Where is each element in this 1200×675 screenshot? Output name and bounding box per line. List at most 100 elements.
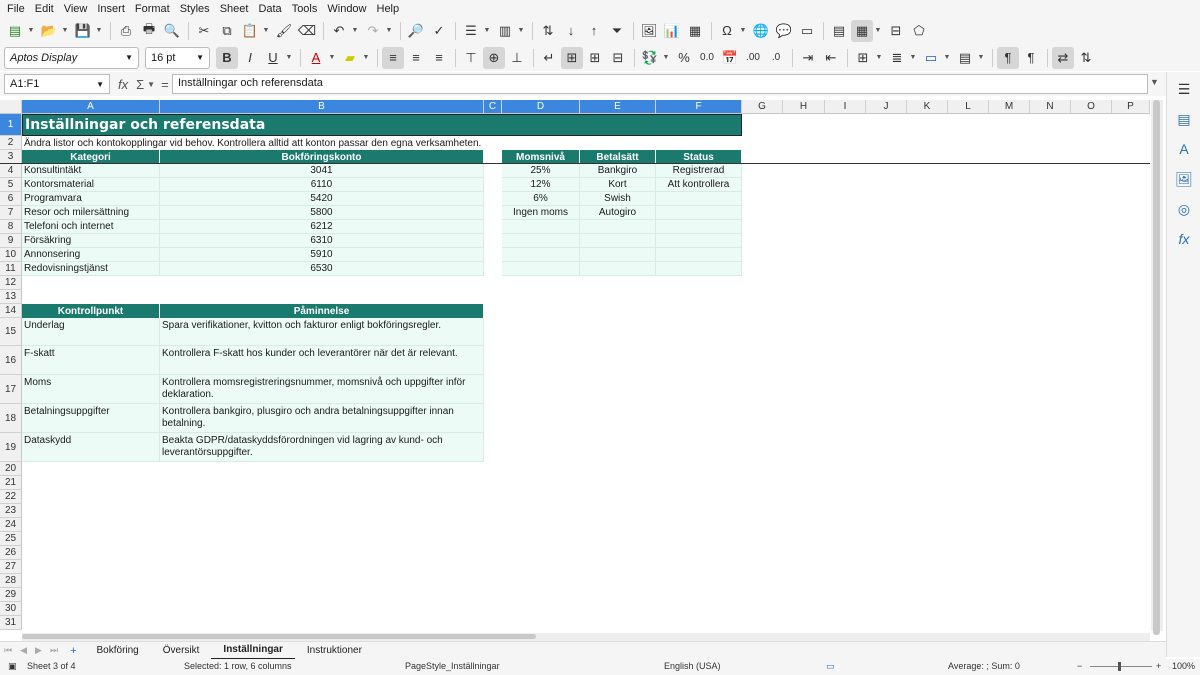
undo-dropdown-icon[interactable]: ▼ — [351, 27, 359, 34]
function-wizard-icon[interactable]: fx — [118, 77, 128, 92]
account-category[interactable]: Kontorsmaterial — [22, 178, 160, 192]
decrease-indent-icon[interactable]: ⇤ — [820, 47, 842, 69]
borders-dropdown-icon[interactable]: ▼ — [875, 54, 883, 61]
tab-nav-last-icon[interactable]: ⏭ — [46, 645, 62, 656]
vertical-scrollbar[interactable] — [1151, 100, 1163, 635]
special-character-dropdown-icon[interactable]: ▼ — [739, 27, 747, 34]
formula-icon[interactable]: = — [161, 77, 169, 92]
account-number[interactable]: 5910 — [160, 248, 484, 262]
check-point[interactable]: Moms — [22, 375, 160, 404]
account-category[interactable]: Konsultintäkt — [22, 164, 160, 178]
list-cell[interactable] — [502, 262, 580, 276]
center-vertically-icon[interactable]: ⊕ — [483, 46, 505, 69]
zoom-in-icon[interactable]: + — [1156, 661, 1161, 671]
expand-formula-icon[interactable]: ▼ — [1150, 77, 1159, 87]
underline-dropdown-icon[interactable]: ▼ — [285, 54, 293, 61]
list-cell[interactable] — [580, 234, 656, 248]
increase-indent-icon[interactable]: ⇥ — [797, 47, 819, 69]
borders-icon[interactable]: ⊞ — [852, 47, 874, 69]
row-header-27[interactable]: 27 — [0, 560, 22, 574]
header-bokforingskonto[interactable]: Bokföringskonto — [160, 150, 484, 164]
border-color-icon[interactable]: ▭ — [920, 47, 942, 69]
tab-översikt[interactable]: Översikt — [151, 642, 212, 660]
split-window-icon[interactable]: ⊟ — [885, 20, 907, 42]
account-category[interactable]: Programvara — [22, 192, 160, 206]
functions-icon[interactable]: fx — [1167, 224, 1200, 254]
menu-file[interactable]: File — [2, 3, 30, 15]
name-box[interactable]: A1:F1 ▼ — [4, 74, 110, 94]
account-number[interactable]: 6212 — [160, 220, 484, 234]
copy-icon[interactable]: ⧉ — [216, 20, 238, 42]
merge-center-icon[interactable]: ⊞ — [561, 46, 583, 69]
new-dropdown-icon[interactable]: ▼ — [27, 27, 35, 34]
status-language[interactable]: English (USA) — [664, 661, 721, 671]
sort-icon[interactable]: ⇅ — [537, 20, 559, 42]
row-header-5[interactable]: 5 — [0, 178, 22, 192]
font-size-combo[interactable]: 16 pt ▼ — [145, 46, 210, 69]
row-header-22[interactable]: 22 — [0, 490, 22, 504]
list-cell[interactable]: Ingen moms — [502, 206, 580, 220]
row-icon[interactable]: ☰ — [460, 20, 482, 42]
column-header-h[interactable]: H — [783, 100, 825, 114]
menu-edit[interactable]: Edit — [30, 3, 59, 15]
account-category[interactable]: Redovisningstjänst — [22, 262, 160, 276]
hyperlink-icon[interactable]: 🌐 — [750, 20, 772, 42]
account-category[interactable]: Telefoni och internet — [22, 220, 160, 234]
border-style-icon[interactable]: ≣ — [886, 47, 908, 69]
row-header-9[interactable]: 9 — [0, 234, 22, 248]
header-paminnelse[interactable]: Påminnelse — [160, 304, 484, 318]
account-number[interactable]: 5800 — [160, 206, 484, 220]
row-header-14[interactable]: 14 — [0, 304, 22, 318]
show-draw-functions-icon[interactable]: ⬠ — [908, 20, 930, 42]
menu-format[interactable]: Format — [130, 3, 175, 15]
add-sheet-icon[interactable]: + — [62, 645, 84, 657]
scroll-thumb[interactable] — [1153, 100, 1160, 635]
status-page-style[interactable]: PageStyle_Inställningar — [405, 661, 500, 671]
sort-ascending-icon[interactable]: ↓ — [560, 20, 582, 42]
row-header-6[interactable]: 6 — [0, 192, 22, 206]
column-header-c[interactable]: C — [484, 100, 502, 114]
column-header-n[interactable]: N — [1030, 100, 1071, 114]
zoom-slider[interactable] — [1090, 666, 1152, 667]
account-number[interactable]: 5420 — [160, 192, 484, 206]
row-header-2[interactable]: 2 — [0, 136, 22, 150]
check-reminder[interactable]: Kontrollera momsregistreringsnummer, mom… — [160, 375, 484, 404]
chevron-down-icon[interactable]: ▼ — [125, 53, 133, 62]
row-header-31[interactable]: 31 — [0, 616, 22, 630]
list-cell[interactable] — [656, 220, 742, 234]
align-top-icon[interactable]: ⊤ — [460, 47, 482, 69]
open-dropdown-icon[interactable]: ▼ — [61, 27, 69, 34]
row-header-17[interactable]: 17 — [0, 375, 22, 404]
column-header-j[interactable]: J — [866, 100, 907, 114]
row-header-7[interactable]: 7 — [0, 206, 22, 220]
merge-cells-icon[interactable]: ⊞ — [584, 47, 606, 69]
column-icon[interactable]: ▥ — [494, 20, 516, 42]
clear-formatting-icon[interactable]: ⌫ — [296, 20, 318, 42]
column-header-d[interactable]: D — [502, 100, 580, 114]
check-reminder[interactable]: Beakta GDPR/dataskyddsförordningen vid l… — [160, 433, 484, 462]
row-header-8[interactable]: 8 — [0, 220, 22, 234]
menu-data[interactable]: Data — [253, 3, 286, 15]
align-left-icon[interactable]: ≡ — [382, 46, 404, 69]
list-cell[interactable] — [580, 220, 656, 234]
zoom-slider-thumb[interactable] — [1118, 662, 1121, 671]
border-style-dropdown-icon[interactable]: ▼ — [909, 54, 917, 61]
new-icon[interactable]: ▤ — [4, 20, 26, 42]
insert-image-icon[interactable]: 🖼 — [638, 20, 660, 42]
column-header-f[interactable]: F — [656, 100, 742, 114]
comment-icon[interactable]: 💬 — [773, 20, 795, 42]
row-header-25[interactable]: 25 — [0, 532, 22, 546]
row-header-18[interactable]: 18 — [0, 404, 22, 433]
account-category[interactable]: Annonsering — [22, 248, 160, 262]
column-header-i[interactable]: I — [825, 100, 866, 114]
bold-icon[interactable]: B — [216, 46, 238, 69]
gallery-icon[interactable]: 🖼 — [1167, 164, 1200, 194]
currency-dropdown-icon[interactable]: ▼ — [662, 54, 670, 61]
sheet-subtitle[interactable]: Ändra listor och kontokopplingar vid beh… — [22, 136, 742, 150]
column-header-a[interactable]: A — [22, 100, 160, 114]
chevron-down-icon[interactable]: ▼ — [147, 80, 155, 89]
list-cell[interactable] — [656, 206, 742, 220]
column-header-o[interactable]: O — [1071, 100, 1112, 114]
sort-descending-icon[interactable]: ↑ — [583, 20, 605, 42]
column-header-m[interactable]: M — [989, 100, 1030, 114]
